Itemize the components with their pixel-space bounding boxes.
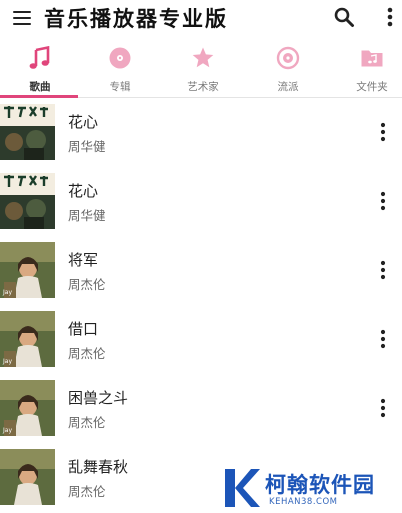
more-vert-icon[interactable]	[376, 259, 390, 281]
tab-label: 艺术家	[187, 81, 219, 93]
song-title: 将军	[68, 251, 99, 269]
tab-label: 文件夹	[356, 81, 388, 93]
song-title: 困兽之斗	[68, 389, 129, 407]
song-list: 花心 周华健 花心 周华健 Jay 将军 周杰伦 Jay 借口 周杰伦 Jay …	[0, 99, 402, 513]
music-note-icon	[28, 45, 52, 70]
song-title: 花心	[68, 113, 99, 131]
song-artist: 周华健	[68, 139, 106, 154]
more-vert-icon[interactable]	[376, 190, 390, 212]
more-vert-icon[interactable]	[382, 6, 398, 28]
active-tab-indicator	[0, 95, 78, 98]
star-icon	[191, 46, 215, 70]
watermark-logo: 柯翰软件园 KEHAN38.COM	[203, 463, 402, 513]
song-row[interactable]: Jay 将军 周杰伦	[0, 237, 402, 307]
app-bar: 音乐播放器专业版	[0, 0, 402, 36]
menu-icon[interactable]	[12, 7, 34, 29]
album-icon	[108, 46, 132, 70]
search-icon[interactable]	[333, 6, 355, 28]
album-cover: Jay	[0, 242, 55, 298]
song-title: 借口	[68, 320, 99, 338]
watermark-url: KEHAN38.COM	[269, 497, 338, 507]
album-cover	[0, 104, 55, 160]
more-vert-icon[interactable]	[376, 121, 390, 143]
svg-text:Jay: Jay	[2, 427, 12, 434]
genre-icon	[276, 46, 300, 70]
song-artist: 周杰伦	[68, 277, 106, 292]
tab-artists[interactable]: 艺术家	[163, 36, 243, 98]
album-cover	[0, 173, 55, 229]
song-row[interactable]: Jay 借口 周杰伦	[0, 306, 402, 376]
song-artist: 周杰伦	[68, 415, 106, 430]
song-title: 乱舞春秋	[68, 458, 129, 476]
watermark-k-icon	[225, 469, 260, 507]
app-title: 音乐播放器专业版	[44, 6, 228, 31]
album-cover: Jay	[0, 380, 55, 436]
tab-songs[interactable]: 歌曲	[0, 36, 80, 98]
folder-music-icon	[360, 46, 384, 70]
song-title: 花心	[68, 182, 99, 200]
song-row[interactable]: 花心 周华健	[0, 99, 402, 169]
song-artist: 周杰伦	[68, 484, 106, 499]
tab-label: 歌曲	[29, 81, 51, 93]
tab-albums[interactable]: 专辑	[80, 36, 160, 98]
svg-text:Jay: Jay	[2, 358, 12, 365]
song-row[interactable]: Jay 困兽之斗 周杰伦	[0, 375, 402, 445]
tab-label: 专辑	[109, 81, 131, 93]
watermark-name: 柯翰软件园	[265, 473, 375, 497]
tab-genres[interactable]: 流派	[248, 36, 328, 98]
song-artist: 周华健	[68, 208, 106, 223]
tab-folders[interactable]: 文件夹	[332, 36, 402, 98]
more-vert-icon[interactable]	[376, 328, 390, 350]
svg-text:Jay: Jay	[2, 289, 12, 296]
more-vert-icon[interactable]	[376, 397, 390, 419]
song-artist: 周杰伦	[68, 346, 106, 361]
album-cover	[0, 449, 55, 505]
album-cover: Jay	[0, 311, 55, 367]
song-row[interactable]: 花心 周华健	[0, 168, 402, 238]
tab-label: 流派	[277, 81, 299, 93]
tab-bar: 歌曲 专辑 艺术家 流派 文件夹	[0, 36, 402, 98]
